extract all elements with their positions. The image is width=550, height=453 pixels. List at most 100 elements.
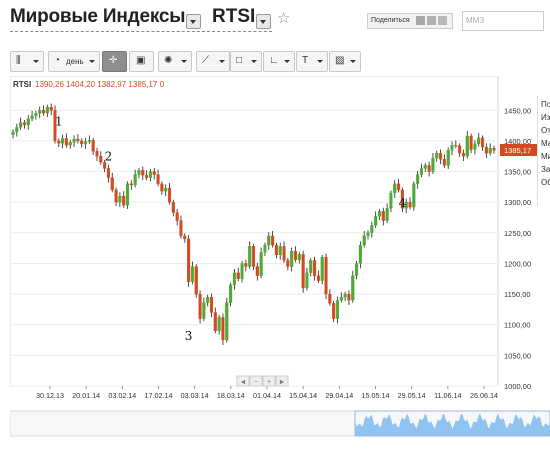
candle-body[interactable] <box>248 246 252 267</box>
indicators-button[interactable]: ✺ <box>158 51 192 72</box>
candle-body[interactable] <box>19 122 23 128</box>
candle-body[interactable] <box>167 187 172 203</box>
candle-body[interactable] <box>439 152 443 160</box>
candle-body[interactable] <box>160 183 164 192</box>
candle-body[interactable] <box>118 195 122 203</box>
candle-body[interactable] <box>450 145 454 151</box>
candle-body[interactable] <box>435 152 439 159</box>
candle-body[interactable] <box>374 216 378 226</box>
search-input[interactable]: ММЗ <box>462 11 544 31</box>
candle-body[interactable] <box>133 174 137 186</box>
overview-navigator[interactable] <box>9 410 550 437</box>
candle-body[interactable] <box>125 183 130 206</box>
candle-body[interactable] <box>175 212 179 221</box>
candle-body[interactable] <box>11 131 15 135</box>
candle-body[interactable] <box>122 195 126 206</box>
line-draw-button[interactable]: ⟋ <box>196 51 230 72</box>
candle-body[interactable] <box>64 138 68 146</box>
candle-body[interactable] <box>370 225 374 233</box>
candle-body[interactable] <box>362 235 366 246</box>
candle-body[interactable] <box>171 202 175 213</box>
candle-body[interactable] <box>393 183 397 194</box>
candle-body[interactable] <box>80 140 84 145</box>
candle-body[interactable] <box>240 263 244 279</box>
candle-body[interactable] <box>320 257 324 281</box>
candle-body[interactable] <box>49 107 53 111</box>
candle-body[interactable] <box>309 260 313 273</box>
candle-body[interactable] <box>87 140 91 142</box>
candle-body[interactable] <box>423 165 427 169</box>
candle-body[interactable] <box>41 110 46 114</box>
candle-body[interactable] <box>454 145 458 147</box>
candle-body[interactable] <box>206 296 210 303</box>
save-button[interactable]: ▣ <box>129 51 154 72</box>
candle-body[interactable] <box>145 175 149 178</box>
candle-body[interactable] <box>152 171 156 175</box>
candle-body[interactable] <box>251 246 256 267</box>
candle-body[interactable] <box>164 187 168 192</box>
candle-body[interactable] <box>202 302 206 319</box>
candle-body[interactable] <box>339 296 343 301</box>
candle-body[interactable] <box>412 183 416 208</box>
crosshair-button[interactable]: ✛ <box>102 51 127 72</box>
candle-body[interactable] <box>141 170 145 176</box>
candle-body[interactable] <box>293 251 298 260</box>
candle-body[interactable] <box>465 135 469 157</box>
candle-body[interactable] <box>461 152 466 157</box>
candle-body[interactable] <box>351 275 355 301</box>
candle-body[interactable] <box>335 300 340 319</box>
candle-body[interactable] <box>190 266 194 282</box>
candle-body[interactable] <box>95 151 99 157</box>
candle-body[interactable] <box>61 138 65 144</box>
candle-body[interactable] <box>397 183 401 191</box>
candle-body[interactable] <box>15 127 19 132</box>
candle-body[interactable] <box>385 208 389 221</box>
candle-body[interactable] <box>99 156 103 163</box>
candle-body[interactable] <box>34 113 38 116</box>
candle-body[interactable] <box>469 135 473 150</box>
candle-body[interactable] <box>225 302 229 341</box>
candle-body[interactable] <box>347 293 351 301</box>
candle-body[interactable] <box>408 202 412 208</box>
candle-body[interactable] <box>38 110 42 114</box>
candle-body[interactable] <box>305 272 309 289</box>
candle-body[interactable] <box>83 141 88 145</box>
candle-body[interactable] <box>244 263 248 267</box>
candle-body[interactable] <box>26 118 30 126</box>
candle-body[interactable] <box>381 211 385 221</box>
candle-body[interactable] <box>259 252 263 276</box>
chart-type-button[interactable]: ⫼ <box>10 51 44 72</box>
candle-body[interactable] <box>492 148 496 151</box>
candle-body[interactable] <box>313 260 317 276</box>
facebook-icon[interactable] <box>416 16 425 25</box>
candle-body[interactable] <box>57 140 61 144</box>
candle-body[interactable] <box>343 293 347 298</box>
candle-body[interactable] <box>255 266 259 276</box>
candle-body[interactable] <box>232 272 236 286</box>
candle-body[interactable] <box>221 317 225 341</box>
text-button[interactable]: T <box>296 51 328 72</box>
candle-body[interactable] <box>271 235 275 246</box>
candle-body[interactable] <box>209 296 214 313</box>
shapes-button[interactable]: □ <box>230 51 262 72</box>
candle-body[interactable] <box>377 211 382 217</box>
candle-body[interactable] <box>30 115 34 119</box>
share-button[interactable]: Поделиться <box>367 13 453 29</box>
candlestick-chart[interactable]: 1450,001400,001350,001300,001250,001200,… <box>9 75 550 448</box>
candle-body[interactable] <box>358 244 362 264</box>
candle-body[interactable] <box>198 293 202 319</box>
period-button[interactable]: ◔ день <box>48 51 100 72</box>
candle-body[interactable] <box>187 238 191 282</box>
candle-body[interactable] <box>366 232 370 237</box>
candle-body[interactable] <box>229 284 233 303</box>
candle-body[interactable] <box>156 174 160 184</box>
candle-body[interactable] <box>473 143 477 150</box>
candle-body[interactable] <box>129 183 133 186</box>
candle-body[interactable] <box>45 107 49 114</box>
candle-body[interactable] <box>179 220 183 237</box>
star-icon[interactable]: ☆ <box>277 9 290 27</box>
candle-body[interactable] <box>286 260 290 267</box>
candle-body[interactable] <box>282 246 286 261</box>
candle-body[interactable] <box>332 303 336 319</box>
candle-body[interactable] <box>114 189 118 203</box>
